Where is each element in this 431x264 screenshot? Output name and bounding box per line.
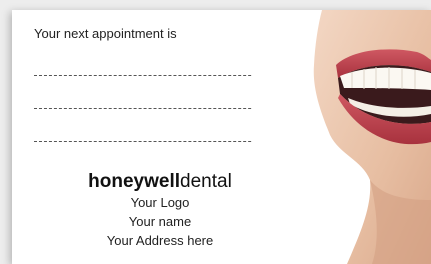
appointment-line-2 bbox=[34, 108, 286, 109]
appointment-line-3 bbox=[34, 141, 286, 142]
brand-name-bold: honeywell bbox=[88, 171, 181, 192]
brand-name-light: dental bbox=[180, 171, 232, 192]
smiling-mouth-photo bbox=[252, 10, 431, 264]
appointment-card: Your next appointment is honeywelldental… bbox=[12, 10, 431, 264]
appointment-heading: Your next appointment is bbox=[34, 26, 177, 41]
appointment-line-1 bbox=[34, 75, 286, 76]
